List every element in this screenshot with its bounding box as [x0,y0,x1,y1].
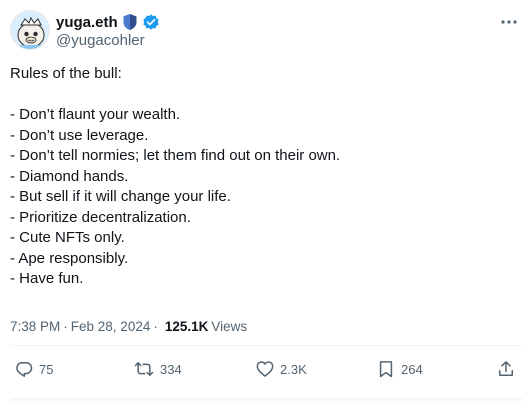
bookmark-count: 264 [401,361,423,377]
tweet-line: - Cute NFTs only. [10,229,125,246]
shield-badge-icon[interactable] [122,13,138,31]
reply-count: 75 [39,361,54,377]
repost-button[interactable]: 334 [133,356,182,382]
reply-icon [16,362,33,377]
tweet-text: Rules of the bull: - Don’t flaunt your w… [10,64,522,290]
tweet-time[interactable]: 7:38 PM [10,319,60,334]
tweet-line: - Prioritize decentralization. [10,208,191,226]
reply-area-edge [10,399,522,407]
author-handle[interactable]: @yugacohler [56,32,145,49]
author-name-row: yuga.eth [56,12,160,32]
tweet-meta: 7:38 PM · Feb 28, 2024 · 125.1K Views [10,316,247,336]
verified-check-icon[interactable] [142,13,160,31]
meta-separator: · [63,318,68,334]
tweet-line: - Ape responsibly. [10,249,129,267]
tweet-line: Rules of the bull: [10,65,122,82]
ape-avatar-icon[interactable] [10,10,50,50]
like-count: 2.3K [280,361,307,377]
tweet-line: - Have fun. [10,270,84,287]
bookmark-icon [379,361,393,378]
tweet-line: - But sell if it will change your life. [10,188,231,205]
tweet-line: - Don’t use leverage. [10,126,149,144]
tweet-line: - Don’t tell normies; let them find out … [10,147,341,164]
repost-icon [134,362,154,376]
like-button[interactable]: 2.3K [255,356,307,382]
tweet-line: - Don’t flaunt your wealth. [10,106,181,123]
divider [10,345,522,346]
bookmark-button[interactable]: 264 [376,356,423,382]
repost-count: 334 [160,361,182,377]
tweet-line [10,85,522,106]
author-display-name[interactable]: yuga.eth [56,14,118,31]
heart-icon [256,361,274,377]
tweet-line: - Diamond hands. [10,167,129,185]
tweet-date[interactable]: Feb 28, 2024 [71,319,151,334]
action-bar: 75 334 2.3K 264 [10,356,522,382]
share-button[interactable] [496,356,516,382]
tweet-card: yuga.eth @yugacohler Rules of the bull: … [0,0,532,407]
views-label: Views [211,318,248,334]
share-icon [499,361,513,376]
views-count[interactable]: 125.1K [165,319,209,334]
more-options-icon[interactable] [497,12,521,32]
reply-button[interactable]: 75 [14,356,53,382]
meta-separator: · [153,318,158,334]
